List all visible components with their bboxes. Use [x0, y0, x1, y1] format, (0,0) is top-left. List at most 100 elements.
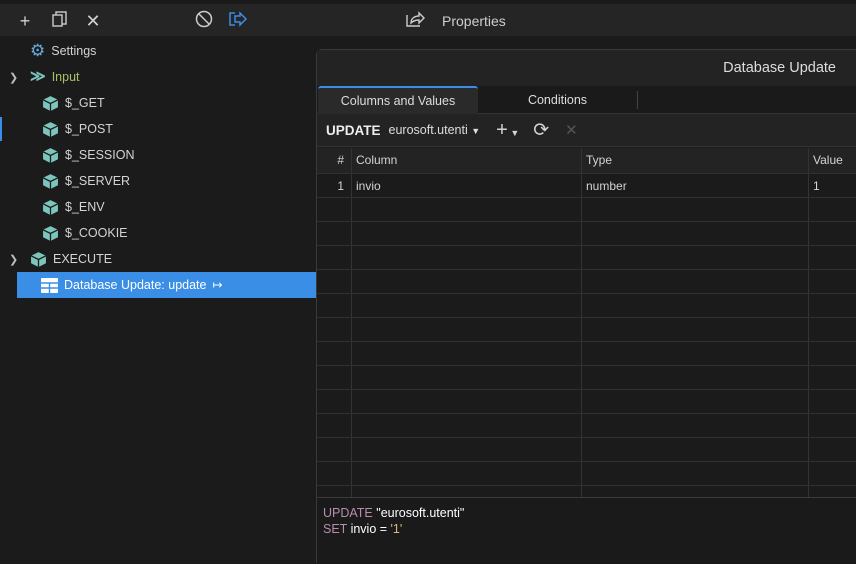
disable-icon[interactable]: [193, 10, 215, 32]
table-row[interactable]: [317, 390, 856, 414]
cell-n: [317, 222, 352, 245]
table-row[interactable]: [317, 222, 856, 246]
cell-type: [582, 270, 809, 293]
table-row[interactable]: [317, 246, 856, 270]
cube-icon: [42, 225, 59, 241]
tab-columns-and-values[interactable]: Columns and Values: [318, 86, 478, 114]
scroll-indicator: [0, 117, 2, 141]
cell-n: [317, 198, 352, 221]
cell-type: [582, 222, 809, 245]
cell-n: [317, 462, 352, 485]
cube-icon: [42, 147, 59, 163]
delete-icon[interactable]: ✕: [565, 121, 578, 139]
add-column-button[interactable]: + ▼: [496, 119, 519, 142]
cell-n: [317, 438, 352, 461]
cell-value: [809, 246, 856, 269]
table-row[interactable]: 1 invio number 1: [317, 174, 856, 198]
cell-value: [809, 366, 856, 389]
cube-icon: [42, 121, 59, 137]
sql-preview: UPDATE "eurosoft.utenti" SET invio = '1': [317, 497, 856, 564]
chevron-down-icon[interactable]: ❯: [9, 71, 18, 84]
cell-type: [582, 246, 809, 269]
table-row[interactable]: [317, 294, 856, 318]
cell-type: [582, 198, 809, 221]
table-row[interactable]: [317, 198, 856, 222]
cube-icon: [42, 199, 59, 215]
tree-item-input-var[interactable]: $_COOKIE: [42, 220, 128, 246]
cell-type: [582, 438, 809, 461]
tree-item-input-var[interactable]: $_ENV: [42, 194, 105, 220]
table-row[interactable]: [317, 366, 856, 390]
cell-column: [352, 438, 582, 461]
cell-type: [582, 462, 809, 485]
table-row[interactable]: [317, 342, 856, 366]
cell-column: [352, 294, 582, 317]
cell-value: [809, 486, 856, 497]
cell-n: [317, 414, 352, 437]
cell-n: [317, 246, 352, 269]
tree-item-settings[interactable]: ⚙ Settings: [30, 38, 96, 64]
chevron-down-icon[interactable]: ❯: [9, 253, 18, 266]
tree-item-input[interactable]: ≫ Input: [30, 64, 80, 90]
cell-type: [582, 414, 809, 437]
tab-conditions[interactable]: Conditions: [478, 91, 638, 109]
table-row[interactable]: [317, 270, 856, 294]
cell-column: [352, 246, 582, 269]
tree-item-input-var[interactable]: $_SERVER: [42, 168, 130, 194]
cell-column: [352, 198, 582, 221]
cell-column: [352, 390, 582, 413]
cell-type: number: [582, 174, 809, 197]
cell-value: [809, 294, 856, 317]
cell-value: [809, 390, 856, 413]
database-update-dialog: Database Update Columns and Values Condi…: [316, 49, 856, 564]
cell-column: [352, 342, 582, 365]
cell-n: 1: [317, 174, 352, 197]
cell-column: invio: [352, 174, 582, 197]
grid-header: # Column Type Value: [317, 148, 856, 174]
close-icon[interactable]: ✕: [82, 10, 104, 32]
copy-icon[interactable]: [49, 10, 71, 32]
cell-n: [317, 390, 352, 413]
table-row[interactable]: [317, 318, 856, 342]
top-toolbar: + ✕ Properties: [0, 0, 856, 36]
dialog-title: Database Update: [317, 50, 856, 86]
cube-icon: [42, 173, 59, 189]
cell-value: [809, 414, 856, 437]
header-column: Column: [352, 148, 582, 173]
cell-type: [582, 366, 809, 389]
update-toolbar: UPDATE eurosoft.utenti ▼ + ▼ ⟳ ✕: [317, 114, 856, 147]
refresh-icon[interactable]: ⟳: [533, 119, 549, 142]
tree-item-input-var[interactable]: $_GET: [42, 90, 105, 116]
header-type: Type: [582, 148, 809, 173]
header-value: Value: [813, 153, 843, 167]
plus-icon[interactable]: +: [14, 10, 36, 32]
cell-type: [582, 294, 809, 317]
cell-column: [352, 318, 582, 341]
table-select[interactable]: eurosoft.utenti ▼: [389, 123, 481, 137]
table-row[interactable]: [317, 462, 856, 486]
table-row[interactable]: [317, 438, 856, 462]
cell-value: [809, 270, 856, 293]
cell-n: [317, 366, 352, 389]
cube-icon: [42, 95, 59, 111]
update-keyword: UPDATE: [326, 122, 381, 138]
share-icon[interactable]: [404, 10, 426, 32]
cell-n: [317, 270, 352, 293]
table-row[interactable]: [317, 486, 856, 497]
cell-column: [352, 270, 582, 293]
cell-value: [809, 438, 856, 461]
cell-type: [582, 390, 809, 413]
tree-item-input-var[interactable]: $_SESSION: [42, 142, 134, 168]
cell-n: [317, 342, 352, 365]
cell-column: [352, 222, 582, 245]
exit-icon[interactable]: [227, 10, 249, 32]
header-number: #: [317, 148, 352, 173]
tree-item-execute[interactable]: EXECUTE: [30, 246, 112, 272]
cell-value: 1: [813, 179, 820, 193]
cell-column: [352, 366, 582, 389]
table-row[interactable]: [317, 414, 856, 438]
cell-n: [317, 318, 352, 341]
tree-item-input-var[interactable]: $_POST: [42, 116, 113, 142]
tree-item-database-update[interactable]: Database Update: update ↦: [17, 272, 316, 298]
double-chevron-icon: ≫: [30, 68, 46, 85]
